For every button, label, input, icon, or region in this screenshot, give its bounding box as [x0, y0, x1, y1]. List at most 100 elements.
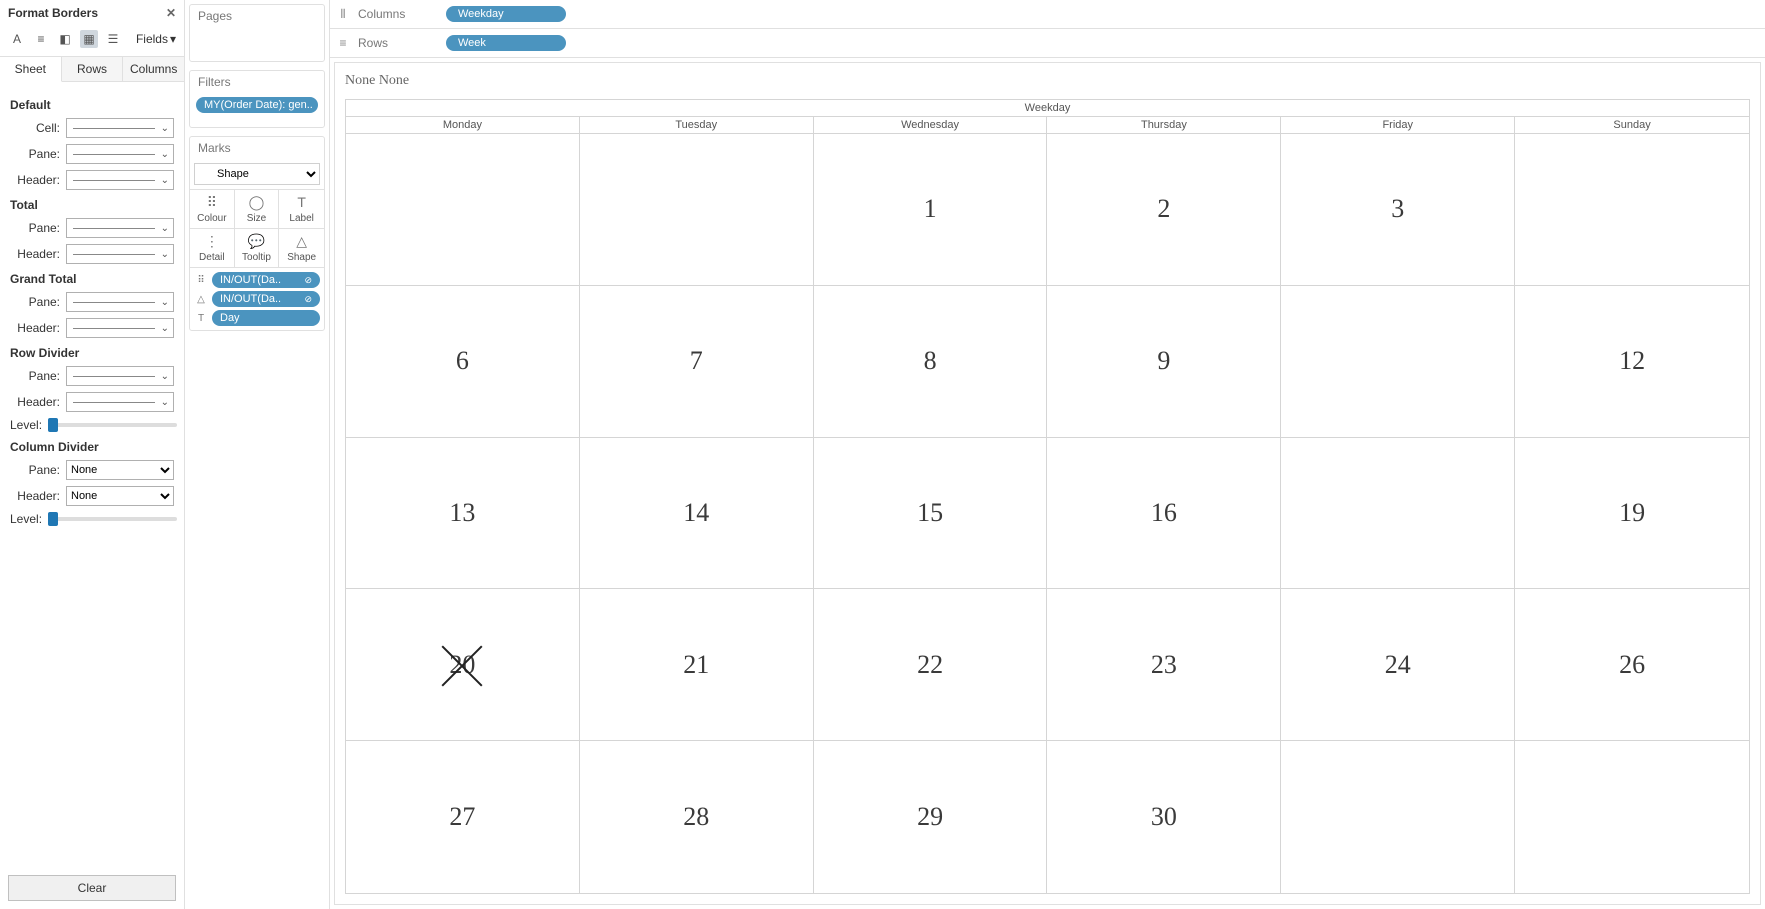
columns-shelf[interactable]: ⦀ Columns Weekday: [330, 0, 1765, 29]
calendar-cell[interactable]: 21: [580, 589, 814, 741]
mark-pill-icon: △: [194, 292, 208, 306]
calendar-day-header: Sunday: [1515, 117, 1749, 133]
calendar-cell[interactable]: [1515, 741, 1749, 893]
columns-icon: ⦀: [336, 7, 350, 22]
calendar-cell[interactable]: 12: [1515, 286, 1749, 438]
calendar-cell[interactable]: 14: [580, 438, 814, 590]
calendar-day-header: Wednesday: [814, 117, 1048, 133]
calendar-cell[interactable]: 28: [580, 741, 814, 893]
marks-type-select[interactable]: Shape: [194, 163, 320, 185]
calendar-cell[interactable]: [580, 134, 814, 286]
calendar-cell[interactable]: 24: [1281, 589, 1515, 741]
x-mark-icon: [434, 637, 490, 693]
marks-btn-colour[interactable]: ⠿Colour: [190, 190, 235, 229]
rowdiv-level-slider[interactable]: [48, 423, 177, 427]
calendar-cell[interactable]: 7: [580, 286, 814, 438]
size-icon: ◯: [237, 194, 277, 210]
clear-button[interactable]: Clear: [8, 875, 176, 901]
marks-btn-tooltip[interactable]: 💬Tooltip: [235, 229, 280, 267]
total-pane-select[interactable]: [66, 218, 174, 238]
total-header-select[interactable]: [66, 244, 174, 264]
calendar-cell[interactable]: [1281, 438, 1515, 590]
marks-btn-label[interactable]: TLabel: [279, 190, 324, 229]
section-total: Total: [10, 198, 174, 212]
coldiv-header-select[interactable]: None: [66, 486, 174, 506]
calendar-cell[interactable]: 27: [346, 741, 580, 893]
format-panel: Format Borders ✕ A ≡ ◧ ▦ ☰ Fields ▾ Shee…: [0, 0, 185, 909]
default-pane-select[interactable]: [66, 144, 174, 164]
pages-shelf[interactable]: Pages: [189, 4, 325, 62]
rows-pill[interactable]: Week: [446, 35, 566, 51]
marks-card: Marks Shape ⠿Colour◯SizeTLabel⋮Detail💬To…: [189, 136, 325, 331]
calendar-day-header: Friday: [1281, 117, 1515, 133]
viz-title: None None: [341, 69, 1754, 99]
detail-icon: ⋮: [192, 233, 232, 249]
mark-pill-icon: T: [194, 311, 208, 325]
shading-icon[interactable]: ◧: [56, 30, 74, 48]
marks-btn-detail[interactable]: ⋮Detail: [190, 229, 235, 267]
shape-icon: △: [281, 233, 322, 249]
font-icon[interactable]: A: [8, 30, 26, 48]
rows-shelf[interactable]: ≡ Rows Week: [330, 29, 1765, 58]
calendar-cell[interactable]: 9: [1047, 286, 1281, 438]
calendar-cell[interactable]: [1281, 741, 1515, 893]
calendar-cell[interactable]: 23: [1047, 589, 1281, 741]
calendar-cell[interactable]: [1515, 134, 1749, 286]
rowdiv-pane-select[interactable]: [66, 366, 174, 386]
tooltip-icon: 💬: [237, 233, 277, 249]
coldiv-level-slider[interactable]: [48, 517, 177, 521]
calendar-cell[interactable]: 6: [346, 286, 580, 438]
section-grand-total: Grand Total: [10, 272, 174, 286]
calendar-cell[interactable]: 22: [814, 589, 1048, 741]
calendar-cell[interactable]: 8: [814, 286, 1048, 438]
default-header-select[interactable]: [66, 170, 174, 190]
grandtotal-header-select[interactable]: [66, 318, 174, 338]
format-title: Format Borders: [8, 6, 98, 20]
fields-dropdown[interactable]: Fields ▾: [136, 32, 176, 46]
rowdiv-header-select[interactable]: [66, 392, 174, 412]
rows-icon: ≡: [336, 36, 350, 50]
filter-pill[interactable]: MY(Order Date): gen..: [196, 97, 318, 113]
borders-icon[interactable]: ▦: [80, 30, 98, 48]
mark-pill[interactable]: △IN/OUT(Da..⊘: [194, 291, 320, 307]
coldiv-pane-select[interactable]: None: [66, 460, 174, 480]
calendar-cell[interactable]: 30: [1047, 741, 1281, 893]
mark-pill[interactable]: TDay: [194, 310, 320, 326]
calendar-top-header: Weekday: [346, 100, 1749, 117]
calendar-cell[interactable]: 2: [1047, 134, 1281, 286]
section-column-divider: Column Divider: [10, 440, 174, 454]
section-row-divider: Row Divider: [10, 346, 174, 360]
calendar-cell[interactable]: 20: [346, 589, 580, 741]
section-default: Default: [10, 98, 174, 112]
calendar-cell[interactable]: [1281, 286, 1515, 438]
calendar-cell[interactable]: [346, 134, 580, 286]
viz-container: None None Weekday MondayTuesdayWednesday…: [334, 62, 1761, 905]
columns-pill[interactable]: Weekday: [446, 6, 566, 22]
shelves-panel: Pages Filters MY(Order Date): gen.. Mark…: [185, 0, 330, 909]
calendar-cell[interactable]: 19: [1515, 438, 1749, 590]
default-cell-select[interactable]: [66, 118, 174, 138]
calendar-cell[interactable]: 26: [1515, 589, 1749, 741]
calendar-cell[interactable]: 15: [814, 438, 1048, 590]
tab-sheet[interactable]: Sheet: [0, 57, 62, 82]
calendar-cell[interactable]: 3: [1281, 134, 1515, 286]
calendar-day-header: Tuesday: [580, 117, 814, 133]
alignment-icon[interactable]: ≡: [32, 30, 50, 48]
calendar-cell[interactable]: 1: [814, 134, 1048, 286]
calendar-day-header: Monday: [346, 117, 580, 133]
filters-shelf[interactable]: Filters MY(Order Date): gen..: [189, 70, 325, 128]
close-icon[interactable]: ✕: [166, 6, 176, 20]
mark-pill-icon: ⠿: [194, 273, 208, 287]
mark-pill[interactable]: ⠿IN/OUT(Da..⊘: [194, 272, 320, 288]
tab-rows[interactable]: Rows: [62, 57, 124, 81]
marks-btn-size[interactable]: ◯Size: [235, 190, 280, 229]
calendar-cell[interactable]: 29: [814, 741, 1048, 893]
calendar-day-header: Thursday: [1047, 117, 1281, 133]
grandtotal-pane-select[interactable]: [66, 292, 174, 312]
tab-columns[interactable]: Columns: [123, 57, 184, 81]
marks-btn-shape[interactable]: △Shape: [279, 229, 324, 267]
calendar-cell[interactable]: 16: [1047, 438, 1281, 590]
lines-icon[interactable]: ☰: [104, 30, 122, 48]
calendar-cell[interactable]: 13: [346, 438, 580, 590]
colour-icon: ⠿: [192, 194, 232, 210]
